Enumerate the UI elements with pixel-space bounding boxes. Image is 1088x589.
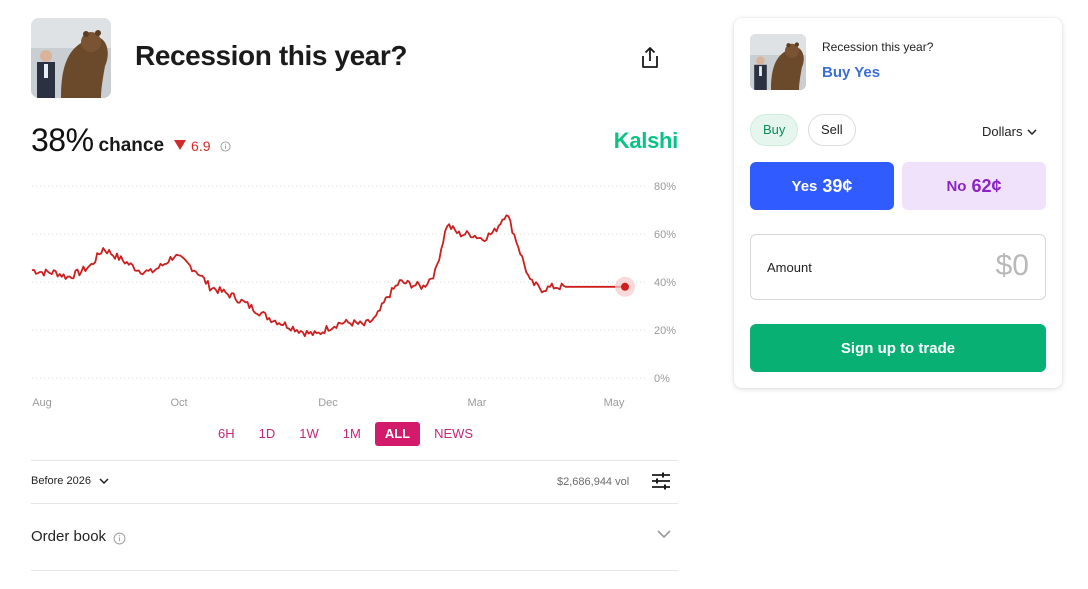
trade-card: Recession this year? Buy Yes Buy Sell Do…: [734, 18, 1062, 388]
y-axis: 80% 60% 40% 20% 0%: [654, 181, 676, 385]
range-tab-1d[interactable]: 1D: [249, 422, 286, 446]
range-tab-6h[interactable]: 6H: [208, 422, 245, 446]
x-axis: Aug Oct Dec Mar May: [32, 397, 625, 409]
share-icon: [642, 47, 658, 68]
change-value: 6.9: [191, 138, 211, 154]
y-tick-label: 0%: [654, 373, 670, 385]
y-tick-label: 80%: [654, 181, 676, 193]
down-arrow-icon: [174, 140, 187, 150]
chance-value: 38%: [31, 122, 94, 158]
chart-grid: [32, 185, 648, 379]
market-image: [750, 34, 806, 90]
chance-label: chance: [98, 135, 165, 156]
range-tab-1m[interactable]: 1M: [333, 422, 371, 446]
divider: [31, 503, 678, 504]
buy-toggle[interactable]: Buy: [750, 114, 799, 146]
page-title: Recession this year?: [135, 40, 408, 71]
yes-price: 39¢: [822, 175, 853, 196]
units-select-label: Dollars: [982, 124, 1023, 139]
range-tab-all[interactable]: ALL: [374, 422, 421, 446]
no-label: No: [946, 177, 967, 195]
order-book-header[interactable]: Order book: [31, 528, 126, 545]
card-side-label: Buy Yes: [822, 64, 881, 81]
period-select[interactable]: Before 2026: [31, 475, 109, 487]
time-range-tabs: 6H 1D 1W 1M ALL NEWS: [208, 422, 487, 446]
sliders-icon: [652, 472, 670, 490]
y-tick-label: 60%: [654, 229, 676, 241]
order-book-label: Order book: [31, 528, 107, 545]
share-button[interactable]: [634, 42, 666, 74]
sell-toggle[interactable]: Sell: [808, 114, 856, 146]
range-tab-1w[interactable]: 1W: [289, 422, 329, 446]
card-market-title: Recession this year?: [822, 40, 934, 54]
y-tick-label: 20%: [654, 325, 676, 337]
yes-button[interactable]: Yes 39¢: [750, 162, 894, 210]
period-select-label: Before 2026: [31, 475, 91, 487]
no-price: 62¢: [971, 175, 1002, 196]
x-tick-label: May: [604, 397, 625, 409]
x-tick-label: Dec: [318, 397, 338, 409]
chart-settings-button[interactable]: [650, 472, 674, 492]
brand-logo: Kalshi: [613, 128, 679, 153]
range-tab-news[interactable]: NEWS: [424, 422, 483, 446]
chevron-down-icon: [1027, 128, 1037, 135]
change-indicator: 6.9: [174, 138, 211, 154]
price-chart: 80% 60% 40% 20% 0% Aug Oct Dec Mar May: [31, 181, 676, 409]
sign-up-button[interactable]: Sign up to trade: [750, 324, 1046, 372]
x-tick-label: Mar: [468, 397, 487, 409]
amount-field[interactable]: Amount: [750, 234, 1046, 300]
y-tick-label: 40%: [654, 277, 676, 289]
amount-label: Amount: [767, 260, 812, 275]
info-icon[interactable]: [219, 141, 231, 152]
chance-summary: 38% chance 6.9: [31, 122, 231, 162]
market-image: [31, 18, 111, 98]
info-icon[interactable]: [113, 532, 126, 545]
x-tick-label: Aug: [32, 397, 52, 409]
price-line: [31, 214, 625, 338]
chevron-down-icon[interactable]: [657, 530, 671, 539]
no-button[interactable]: No 62¢: [902, 162, 1046, 210]
current-point: [621, 282, 629, 291]
amount-input[interactable]: [909, 249, 1029, 283]
volume-text: $2,686,944 vol: [557, 476, 630, 488]
chevron-down-icon: [99, 478, 109, 484]
divider: [31, 460, 678, 461]
divider: [31, 570, 678, 571]
yes-label: Yes: [791, 177, 818, 195]
x-tick-label: Oct: [170, 397, 187, 409]
units-select[interactable]: Dollars: [982, 124, 1037, 139]
